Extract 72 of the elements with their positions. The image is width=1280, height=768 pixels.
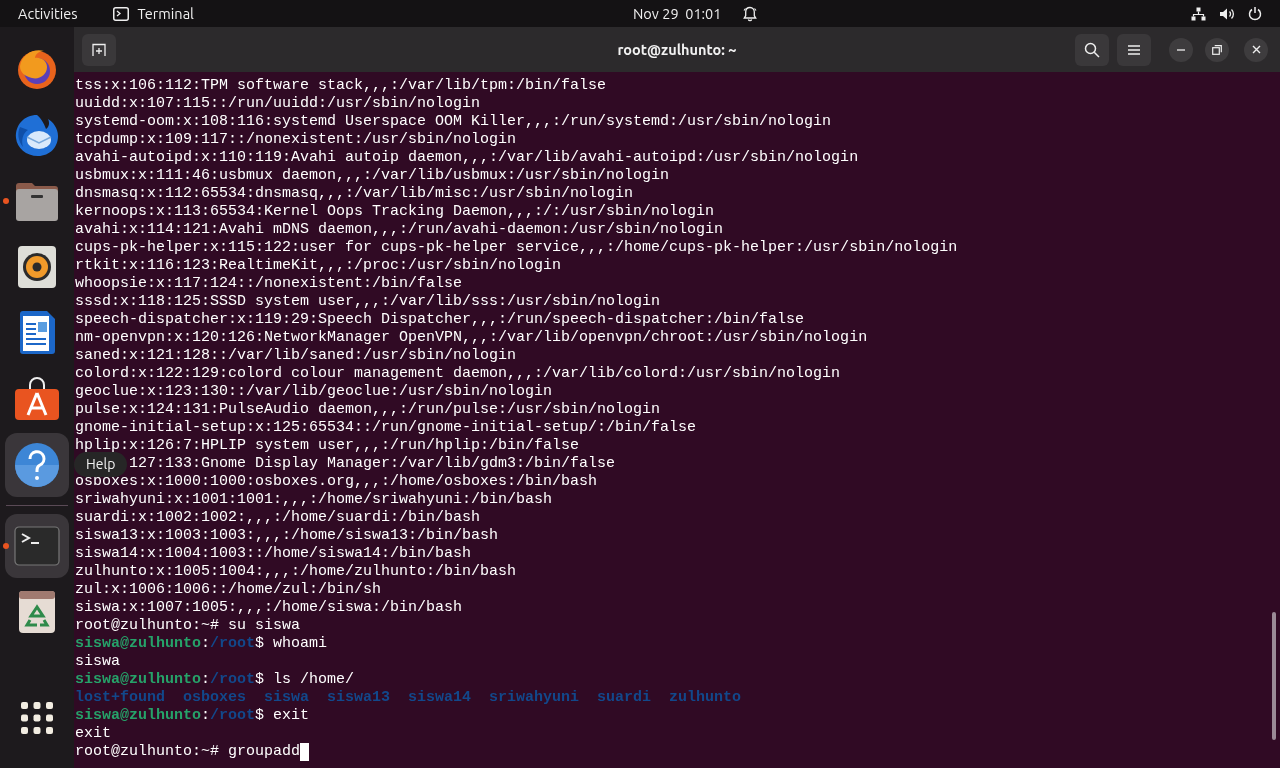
terminal-icon <box>14 526 60 566</box>
shopping-bag-icon <box>14 377 60 421</box>
activities-button[interactable]: Activities <box>18 2 78 25</box>
restore-icon <box>1212 44 1222 55</box>
volume-icon[interactable] <box>1219 6 1235 21</box>
terminal-line: siswa <box>75 653 120 670</box>
app-grid-icon <box>20 701 54 735</box>
app-menu-label[interactable]: Terminal <box>137 2 194 25</box>
recycle-bin-icon <box>18 590 56 634</box>
menu-button[interactable] <box>1117 33 1151 66</box>
terminal-line: uuidd:x:107:115::/run/uuidd:/usr/sbin/nologin <box>75 95 481 112</box>
minimize-icon <box>1177 48 1185 51</box>
terminal-line: exit <box>75 725 111 742</box>
terminal-line: tcpdump:x:109:117::/nonexistent:/usr/sbin/nologin <box>75 131 517 148</box>
terminal-line: siswa:x:1007:1005:,,,:/home/siswa:/bin/bash <box>75 599 463 616</box>
terminal-line: suardi:x:1002:1002:,,,:/home/suardi:/bin/bash <box>75 509 481 526</box>
terminal-line: zulhunto:x:1005:1004:,,,:/home/zulhunto:/bin/bash <box>75 563 517 580</box>
dock-item[interactable] <box>5 433 69 497</box>
document-icon <box>18 310 56 356</box>
terminal-line: speech-dispatcher:x:119:29:Speech Dispatcher,,,:/run/speech-dispatcher:/bin/false <box>75 311 805 328</box>
close-button[interactable] <box>1244 37 1268 62</box>
terminal-line: avahi:x:114:121:Avahi mDNS daemon,,,:/run/avahi-daemon:/usr/sbin/nologin <box>75 221 724 238</box>
terminal-line: cups-pk-helper:x:115:122:user for cups-pk-helper service,,,:/home/cups-pk-helper:/usr/sbin/nologin <box>75 239 958 256</box>
terminal-line: sssd:x:118:125:SSSD system user,,,:/var/lib/sss:/usr/sbin/nologin <box>75 293 661 310</box>
terminal-line: kernoops:x:113:65534:Kernel Oops Tracking Daemon,,,:/:/usr/sbin/nologin <box>75 203 715 220</box>
question-mark-icon <box>14 442 60 488</box>
terminal-line: hplip:x:126:7:HPLIP system user,,,:/run/hplip:/bin/false <box>75 437 580 454</box>
terminal-line: usbmux:x:111:46:usbmux daemon,,,:/var/lib/usbmux:/usr/sbin/nologin <box>75 167 670 184</box>
restore-button[interactable] <box>1205 37 1229 62</box>
terminal-line: rtkit:x:116:123:RealtimeKit,,,:/proc:/usr/sbin/nologin <box>75 257 562 274</box>
terminal-line: lost+found osboxes siswa siswa13 siswa14 sriwahyuni suardi zulhunto <box>75 689 742 706</box>
terminal-line: tss:x:106:112:TPM software stack,,,:/var/lib/tpm:/bin/false <box>75 77 607 94</box>
running-indicator <box>3 198 9 204</box>
tooltip: Help <box>74 452 128 477</box>
terminal-line: pulse:x:124:131:PulseAudio daemon,,,:/run/pulse:/usr/sbin/nologin <box>75 401 661 418</box>
new-tab-button[interactable] <box>82 33 116 66</box>
terminal-line: zul:x:1006:1006::/home/zul:/bin/sh <box>75 581 382 598</box>
speaker-icon <box>17 245 57 289</box>
window-title: root@zulhunto: ~ <box>617 39 737 60</box>
clock[interactable]: Nov 29 01:01 <box>633 2 722 25</box>
power-icon[interactable] <box>1248 6 1262 21</box>
running-indicator <box>3 543 9 549</box>
terminal-line: root@zulhunto:~# groupadd <box>75 743 301 760</box>
terminal-line: siswa@zulhunto:/root$ whoami <box>75 635 328 652</box>
terminal-line: siswa@zulhunto:/root$ exit <box>75 707 310 724</box>
terminal-line: geoclue:x:123:130::/var/lib/geoclue:/usr/sbin/nologin <box>75 383 553 400</box>
menu-icon <box>1128 44 1140 55</box>
terminal-icon <box>113 6 130 21</box>
terminal-line: siswa14:x:1004:1003::/home/siswa14:/bin/bash <box>75 545 472 562</box>
search-icon <box>1084 41 1100 58</box>
scrollbar[interactable] <box>1272 612 1276 740</box>
terminal-line: nm-openvpn:x:120:126:NetworkManager OpenVPN,,,:/var/lib/openvpn/chroot:/usr/sbin/nologin <box>75 329 868 346</box>
terminal-line: avahi-autoipd:x:110:119:Avahi autoip daemon,,,:/var/lib/avahi-autoipd:/usr/sbin/nologin <box>75 149 859 166</box>
terminal-line: gnome-initial-setup:x:125:65534::/run/gnome-initial-setup/:/bin/false <box>75 419 697 436</box>
terminal-line: siswa13:x:1003:1003:,,,:/home/siswa13:/bin/bash <box>75 527 499 544</box>
minimize-button[interactable] <box>1169 37 1193 62</box>
folder-icon <box>14 180 60 222</box>
terminal-line: colord:x:122:129:colord colour management daemon,,,:/var/lib/colord:/usr/sbin/nologin <box>75 365 841 382</box>
terminal-line: siswa@zulhunto:/root$ ls /home/ <box>75 671 355 688</box>
search-button[interactable] <box>1075 33 1109 66</box>
terminal-line: saned:x:121:128::/var/lib/saned:/usr/sbin/nologin <box>75 347 517 364</box>
terminal-body[interactable] <box>74 72 1280 768</box>
new-tab-icon <box>92 42 106 57</box>
terminal-line: 127:133:Gnome Display Manager:/var/lib/gdm3:/bin/false <box>129 455 616 472</box>
terminal-line: whoopsie:x:117:124::/nonexistent:/bin/false <box>75 275 463 292</box>
close-icon <box>1251 45 1261 54</box>
terminal-line: root@zulhunto:~# su siswa <box>75 617 301 634</box>
terminal-line: sriwahyuni:x:1001:1001:,,,:/home/sriwahyuni:/bin/bash <box>75 491 553 508</box>
terminal-line: dnsmasq:x:112:65534:dnsmasq,,,:/var/lib/misc:/usr/sbin/nologin <box>75 185 634 202</box>
bell-icon <box>743 5 758 22</box>
network-icon[interactable] <box>1191 6 1206 21</box>
terminal-line: systemd-oom:x:108:116:systemd Userspace OOM Killer,,,:/run/systemd:/usr/sbin/nologin <box>75 113 832 130</box>
